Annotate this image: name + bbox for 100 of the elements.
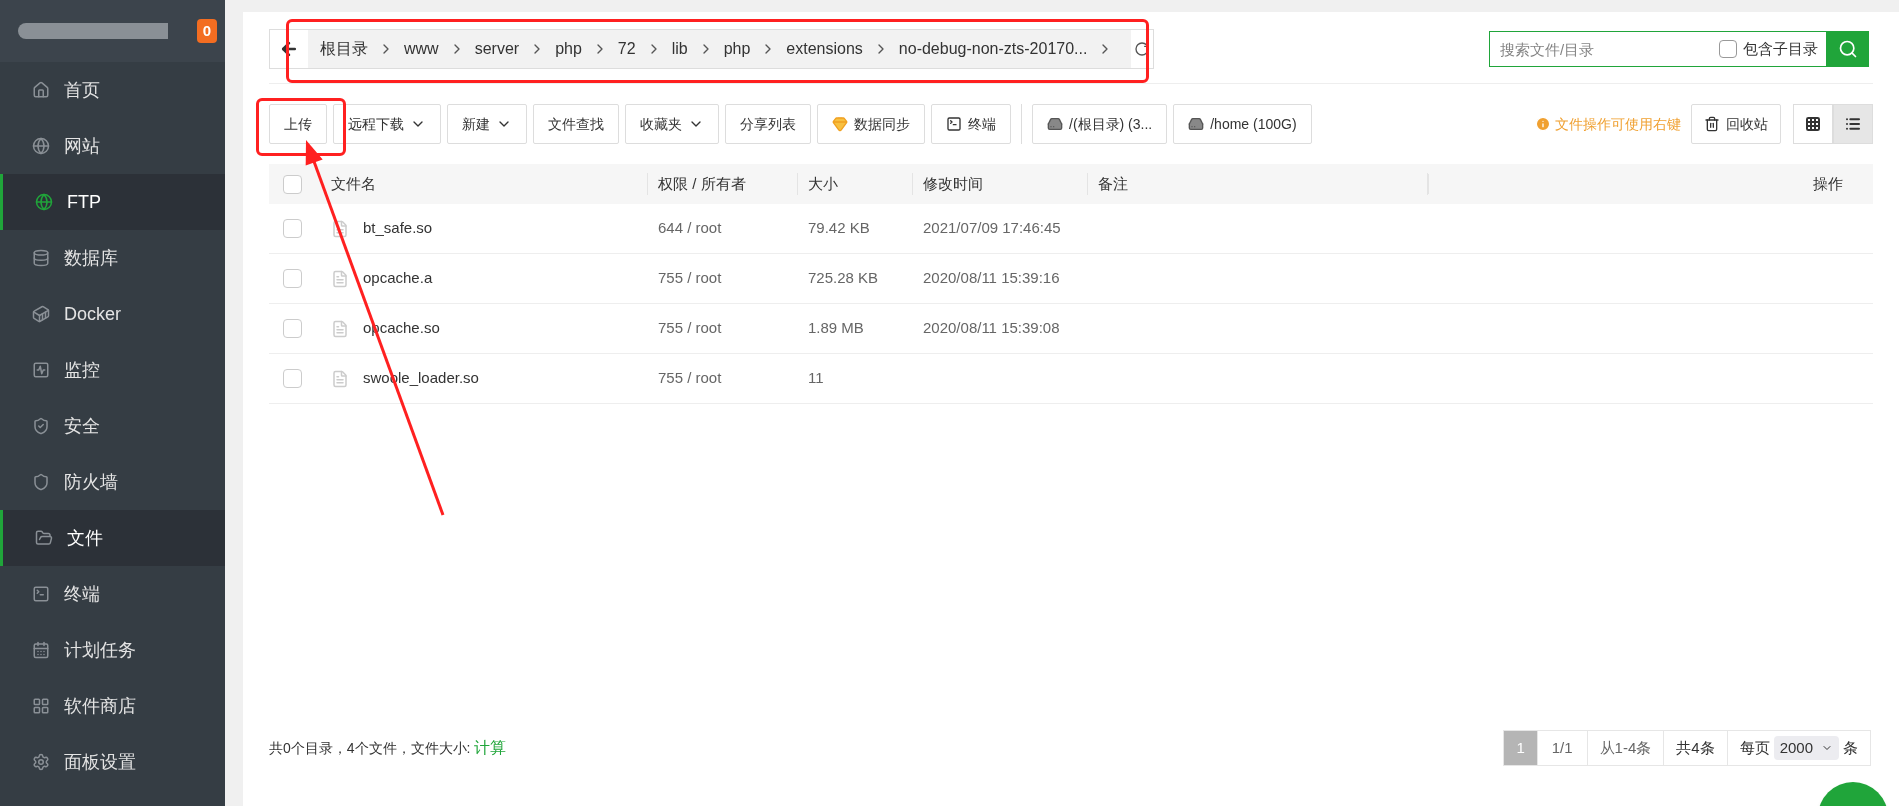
grid-icon	[1805, 116, 1821, 132]
breadcrumb-item[interactable]: server	[468, 37, 526, 61]
breadcrumb-item[interactable]: php	[717, 37, 757, 61]
sidebar-item[interactable]: Docker	[0, 286, 225, 342]
summary-text: 共0个目录，4个文件，文件大小: 计算	[269, 738, 507, 758]
sidebar-label: 网站	[64, 134, 100, 158]
search-icon	[1837, 39, 1858, 59]
toolbar-button[interactable]: 数据同步	[817, 104, 925, 144]
toolbar-button[interactable]: 分享列表	[725, 104, 811, 144]
sidebar-item[interactable]: 网站	[0, 118, 225, 174]
search-field[interactable]: 搜索文件/目录	[1489, 31, 1719, 67]
terminal-icon	[946, 116, 962, 132]
info-icon	[1535, 116, 1551, 132]
diamond-icon	[832, 116, 848, 132]
toolbar-button[interactable]: 终端	[931, 104, 1011, 144]
toolbar-button[interactable]: 文件查找	[533, 104, 619, 144]
file-name[interactable]: bt_safe.so	[363, 217, 433, 240]
column-header: 文件名	[321, 172, 648, 196]
file-name[interactable]: opcache.a	[363, 267, 433, 290]
search-button[interactable]	[1826, 31, 1869, 67]
table-cell-text: 644 / root	[657, 218, 723, 239]
recycle-bin-button[interactable]: 回收站	[1691, 104, 1781, 144]
list-view-button[interactable]	[1833, 104, 1873, 144]
sidebar-item[interactable]: 安全	[0, 398, 225, 454]
breadcrumb-item[interactable]: php	[549, 37, 588, 61]
checkbox-label: 包含子目录	[1743, 38, 1818, 59]
sidebar-label: FTP	[67, 190, 101, 214]
row-checkbox[interactable]	[283, 319, 302, 338]
breadcrumb-item[interactable]: 72	[611, 37, 642, 61]
column-header: 修改时间	[913, 172, 1088, 196]
subdirectory-checkbox[interactable]	[1719, 40, 1737, 58]
table-cell-text: 725.28 KB	[807, 268, 880, 289]
breadcrumb-item[interactable]: www	[398, 37, 445, 61]
grid-view-button[interactable]	[1793, 104, 1833, 144]
home-icon	[32, 81, 50, 99]
calendar-icon	[32, 641, 50, 659]
sidebar-item[interactable]: 面板设置	[0, 734, 225, 790]
shield-check-icon	[32, 417, 50, 435]
globe-icon	[32, 137, 50, 155]
page-indicator: 1/1	[1536, 731, 1587, 765]
sidebar-label: 文件	[67, 526, 103, 550]
range-text: 从1-4条	[1586, 731, 1664, 765]
table-cell-text: 2021/07/09 17:46:45	[922, 218, 1062, 239]
total-text: 共4条	[1663, 731, 1727, 765]
sidebar-label: 软件商店	[64, 694, 136, 718]
table-cell-text: 755 / root	[657, 368, 723, 389]
sidebar-item[interactable]: 防火墙	[0, 454, 225, 510]
grid-icon	[32, 697, 50, 715]
breadcrumb-item[interactable]: 根目录	[314, 37, 374, 61]
row-checkbox[interactable]	[283, 369, 302, 388]
terminal-icon	[32, 585, 50, 603]
breadcrumb-item[interactable]: extensions	[780, 37, 869, 61]
sidebar-label: 安全	[64, 414, 100, 438]
column-header: 备注	[1088, 172, 1428, 196]
sidebar-item[interactable]: 数据库	[0, 230, 225, 286]
table-cell-text: 79.42 KB	[807, 218, 871, 239]
toolbar-button[interactable]: 上传	[269, 104, 327, 144]
sidebar-item[interactable]: 终端	[0, 566, 225, 622]
database-icon	[32, 249, 50, 267]
row-checkbox[interactable]	[283, 219, 302, 238]
trash-icon	[1704, 116, 1720, 132]
table-cell-text: 755 / root	[657, 268, 723, 289]
sidebar-item[interactable]: 监控	[0, 342, 225, 398]
sidebar-label: 防火墙	[64, 470, 118, 494]
sidebar-label: 面板设置	[64, 750, 136, 774]
sidebar-label: 监控	[64, 358, 100, 382]
list-icon	[1845, 116, 1861, 132]
sidebar-item[interactable]: 计划任务	[0, 622, 225, 678]
column-header: 权限 / 所有者	[648, 172, 798, 196]
toolbar-button[interactable]: 新建	[447, 104, 527, 144]
sidebar-item[interactable]: 软件商店	[0, 678, 225, 734]
column-header: 操作	[1813, 173, 1844, 194]
breadcrumb-item[interactable]: lib	[665, 37, 694, 61]
sidebar-item[interactable]: 首页	[0, 62, 225, 118]
table-cell-text: 1.89 MB	[807, 318, 865, 339]
toolbar-button[interactable]: /home (100G)	[1173, 104, 1312, 144]
row-checkbox[interactable]	[283, 269, 302, 288]
sidebar-item[interactable]: 文件	[0, 510, 225, 566]
settings-icon	[32, 753, 50, 771]
sidebar-item[interactable]: FTP	[0, 174, 225, 230]
toolbar-button[interactable]: /(根目录) (3...	[1032, 104, 1168, 144]
table-cell-text: 2020/08/11 15:39:08	[922, 318, 1061, 339]
per-page-unit: 条	[1843, 737, 1858, 758]
column-header: 大小	[798, 172, 913, 196]
shield-icon	[32, 473, 50, 491]
sidebar-label: 计划任务	[64, 638, 136, 662]
folder-icon	[35, 529, 53, 547]
table-cell-text: 755 / root	[657, 318, 723, 339]
per-page-label: 每页	[1739, 737, 1770, 758]
chart-icon	[32, 361, 50, 379]
container-icon	[32, 305, 50, 323]
breadcrumb-item[interactable]: no-debug-non-zts-20170...	[892, 37, 1094, 61]
sidebar-label: Docker	[64, 302, 121, 326]
toolbar-button[interactable]: 远程下载	[333, 104, 441, 144]
toolbar-button[interactable]: 收藏夹	[625, 104, 719, 144]
sidebar-label: 终端	[64, 582, 100, 606]
sidebar-label: 首页	[64, 78, 100, 102]
per-page-select[interactable]: 2000	[1773, 736, 1839, 760]
select-all-checkbox[interactable]	[283, 174, 302, 194]
table-cell-text: 2020/08/11 15:39:16	[922, 268, 1061, 289]
